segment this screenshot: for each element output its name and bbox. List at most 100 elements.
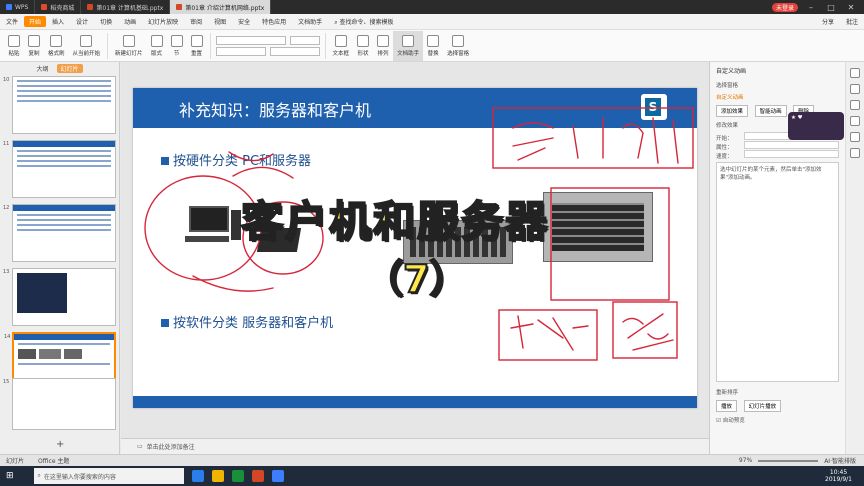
paste-button[interactable]: 粘贴 xyxy=(4,31,24,61)
menu-slideshow[interactable]: 幻灯片放映 xyxy=(142,17,184,26)
menu-animation[interactable]: 动画 xyxy=(118,17,142,26)
tab-doc1[interactable]: 第01章 计算机基础.pptx xyxy=(81,0,171,14)
layout-button[interactable]: 版式 xyxy=(147,31,167,61)
menu-insert[interactable]: 插入 xyxy=(46,17,70,26)
menu-view[interactable]: 视图 xyxy=(208,17,232,26)
sidebar-shape-icon[interactable] xyxy=(850,84,860,94)
menu-home[interactable]: 开始 xyxy=(24,16,47,27)
slide-thumbnail[interactable]: 15 xyxy=(3,378,116,430)
menu-security[interactable]: 安全 xyxy=(232,17,256,26)
maximize-icon[interactable]: □ xyxy=(824,0,838,14)
shape-button[interactable]: 形状 xyxy=(353,31,373,61)
menu-review[interactable]: 审阅 xyxy=(184,17,208,26)
selection-pane-button[interactable]: 选择窗格 xyxy=(443,31,473,61)
zoom-slider[interactable] xyxy=(758,459,819,462)
search-commands[interactable]: ⌕ 查找命令、搜索模板 xyxy=(328,17,399,27)
taskbar: ⊞ ⌕ 在这里输入你要搜索的内容 10:45 2019/9/1 xyxy=(0,466,864,486)
play-from-current-button[interactable]: 从当前开始 xyxy=(69,31,105,61)
ppt-icon xyxy=(176,4,183,10)
reset-icon xyxy=(190,34,203,47)
font-size-field[interactable] xyxy=(289,35,320,45)
sidebar-settings-icon[interactable] xyxy=(850,132,860,142)
app-icon[interactable] xyxy=(271,470,284,482)
search-icon: ⌕ xyxy=(37,472,41,479)
login-badge[interactable]: 未登录 xyxy=(771,2,798,12)
add-slide-icon[interactable]: + xyxy=(56,439,64,450)
ink-percent-text xyxy=(622,313,674,351)
video-overlay-number: （7） xyxy=(364,256,468,302)
animation-panel: 自定义动画 选择窗格 自定义动画 添加效果 智能动画 删除 修改效果 开始： 属… xyxy=(709,62,845,454)
play-button[interactable]: 播放 xyxy=(716,400,738,412)
tab-docer[interactable]: 稻壳商城 xyxy=(35,0,82,14)
user-badge[interactable]: ★ ♥ xyxy=(788,112,844,140)
add-effect-button[interactable]: 添加效果 xyxy=(716,105,749,117)
menu-file[interactable]: 文件 xyxy=(0,17,24,26)
edge-icon[interactable] xyxy=(191,470,204,482)
thumbnail-images xyxy=(18,349,110,359)
arrange-button[interactable]: 排列 xyxy=(373,31,393,61)
textbox-button[interactable]: 文本框 xyxy=(329,31,354,61)
wps-taskbar-icon[interactable] xyxy=(251,470,264,482)
menu-special[interactable]: 特色应用 xyxy=(256,17,292,26)
section-button[interactable]: 节 xyxy=(167,31,187,61)
docer-icon xyxy=(41,4,48,10)
ai-layout-button[interactable]: AI·智能排版 xyxy=(824,456,856,465)
arrange-icon xyxy=(377,34,390,47)
shape-icon xyxy=(357,34,370,47)
speed-select[interactable] xyxy=(744,150,839,158)
tab-wps[interactable]: WPS xyxy=(0,0,36,14)
smart-animation-button[interactable]: 智能动画 xyxy=(754,105,787,117)
slide-thumbnail[interactable]: 11 xyxy=(3,140,116,198)
folder-icon[interactable] xyxy=(211,470,224,482)
slide-indicator: 幻灯片 xyxy=(6,458,25,465)
replace-icon xyxy=(427,34,440,47)
ink-stroke xyxy=(512,137,554,161)
paragraph-controls[interactable] xyxy=(269,46,320,56)
sidebar-more-icon[interactable] xyxy=(850,148,860,158)
menu-doc-assistant[interactable]: 文档助手 xyxy=(292,17,328,26)
minimize-icon[interactable]: – xyxy=(804,0,818,14)
sidebar-arrow-icon[interactable] xyxy=(850,68,860,78)
font-style-controls[interactable] xyxy=(215,46,266,56)
ink-box-server xyxy=(550,187,670,301)
property-select[interactable] xyxy=(744,141,839,149)
slide-thumbnail[interactable]: 13 xyxy=(3,268,116,326)
user-badge-icon: ★ ♥ xyxy=(791,115,803,121)
new-slide-button[interactable]: 新建幻灯片 xyxy=(111,31,147,61)
slide-thumbnail[interactable]: 10 xyxy=(3,76,116,134)
ink-underline xyxy=(192,275,274,292)
doc-assistant-button[interactable]: 文档助手 xyxy=(393,30,424,61)
wps-icon xyxy=(6,4,12,10)
tab-doc2[interactable]: 第01章 介绍计算机网络.pptx xyxy=(170,0,272,14)
menu-design[interactable]: 设计 xyxy=(70,17,94,26)
layout-icon xyxy=(150,34,163,47)
slide-footer xyxy=(133,396,697,408)
sidebar-transition-icon[interactable] xyxy=(850,116,860,126)
reset-button[interactable]: 重置 xyxy=(187,31,207,61)
chrome-icon[interactable] xyxy=(231,470,244,482)
slide[interactable]: 补充知识：服务器和客户机 S 按硬件分类 PC和服务器 按软件分类 服务器和客户… xyxy=(133,88,697,408)
system-clock[interactable]: 10:45 2019/9/1 xyxy=(825,469,864,483)
status-bar: 幻灯片 Office 主题 97% AI·智能排版 xyxy=(0,454,864,466)
close-icon[interactable]: ✕ xyxy=(844,0,858,14)
share-button[interactable]: 分享 xyxy=(816,17,840,26)
tab-slides[interactable]: 幻灯片 xyxy=(56,63,83,73)
taskbar-search[interactable]: ⌕ 在这里输入你要搜索的内容 xyxy=(33,468,184,484)
zoom-value[interactable]: 97% xyxy=(739,457,752,464)
replace-button[interactable]: 替换 xyxy=(423,31,443,61)
notes-bar[interactable]: ▭ 单击此处添加备注 xyxy=(121,438,709,454)
menu-transition[interactable]: 切换 xyxy=(94,17,118,26)
selection-pane-link[interactable]: 选择窗格 xyxy=(710,79,845,91)
comment-button[interactable]: 批注 xyxy=(840,17,864,26)
animation-list[interactable]: 选中幻灯片的某个元素，然后单击"添加效果"添加动画。 xyxy=(716,162,839,382)
divider xyxy=(209,32,211,59)
font-family-field[interactable] xyxy=(215,35,286,45)
slide-thumbnail[interactable]: 12 xyxy=(3,204,116,262)
slideshow-button[interactable]: 幻灯片播放 xyxy=(743,400,782,412)
sidebar-animation-icon[interactable] xyxy=(850,100,860,110)
format-painter-button[interactable]: 格式刷 xyxy=(44,31,69,61)
windows-start-icon[interactable]: ⊞ xyxy=(6,471,14,481)
tab-outline[interactable]: 大纲 xyxy=(36,64,48,73)
autopreview-checkbox[interactable]: ☑ 自动预览 xyxy=(710,414,845,426)
copy-button[interactable]: 复制 xyxy=(24,31,44,61)
